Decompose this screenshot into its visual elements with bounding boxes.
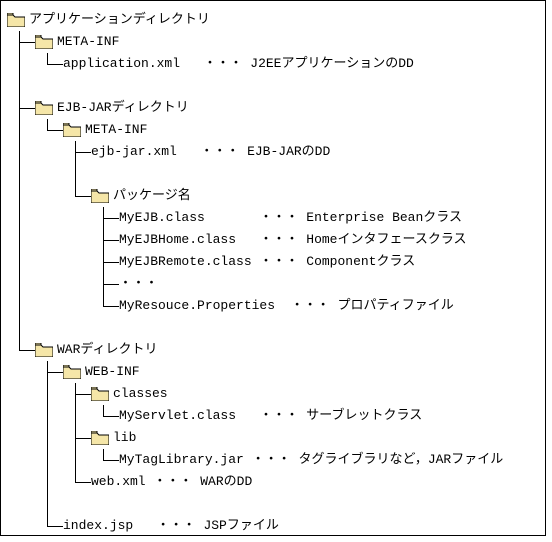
node-ejb-jar-xml: ejb-jar.xml ・・・ EJB-JARのDD [7, 141, 539, 163]
dots: ・・・ [200, 141, 239, 163]
label-ejb-jar-xml: ejb-jar.xml [91, 141, 177, 163]
label-ellipsis: ・・・ [119, 273, 158, 295]
dots [180, 53, 203, 75]
label-web-inf: WEB-INF [85, 361, 140, 383]
space [205, 207, 260, 229]
space [146, 471, 154, 493]
label-lib: lib [113, 427, 136, 449]
space [196, 515, 204, 537]
node-ejb-meta-inf: META-INF [7, 119, 539, 141]
space [239, 141, 247, 163]
node-index-jsp: index.jsp ・・・ JSPファイル [7, 515, 539, 537]
space [244, 449, 252, 471]
dots: ・・・ [157, 515, 196, 537]
label-war-dir: WARディレクトリ [57, 339, 158, 361]
label-meta-inf: META-INF [57, 31, 119, 53]
desc-mytaglibrary: タグライブラリなど，JARファイル [298, 449, 503, 471]
desc-web-xml: WARのDD [200, 471, 252, 493]
node-ejb-jar-dir: EJB-JARディレクトリ [7, 97, 539, 119]
space [330, 295, 338, 317]
node-lib: lib [7, 427, 539, 449]
dots: ・・・ [259, 251, 298, 273]
dots: ・・・ [259, 405, 298, 427]
folder-icon [35, 101, 53, 115]
spacer [7, 75, 539, 97]
folder-icon [35, 343, 53, 357]
label-package: パッケージ名 [113, 185, 191, 207]
label-app-directory: アプリケーションディレクトリ [29, 9, 210, 31]
folder-icon [7, 13, 25, 27]
node-myejbhome: MyEJBHome.class ・・・ Homeインタフェースクラス [7, 229, 539, 251]
dots: ・・・ [203, 53, 242, 75]
label-myejbremote: MyEJBRemote.class [119, 251, 252, 273]
space [291, 449, 299, 471]
label-ejb-jar-dir: EJB-JARディレクトリ [57, 97, 189, 119]
space [275, 295, 291, 317]
spacer [7, 317, 539, 339]
folder-icon [63, 123, 81, 137]
desc-myejb: Enterprise Beanクラス [306, 207, 462, 229]
node-myejbremote: MyEJBRemote.class ・・・ Componentクラス [7, 251, 539, 273]
dots: ・・・ [291, 295, 330, 317]
dots: ・・・ [259, 207, 298, 229]
space [133, 515, 156, 537]
node-mytaglibrary: MyTagLibrary.jar ・・・ タグライブラリなど，JARファイル [7, 449, 539, 471]
spacer [7, 493, 539, 515]
label-classes: classes [113, 383, 168, 405]
space [177, 141, 200, 163]
folder-icon [91, 431, 109, 445]
desc-index-jsp: JSPファイル [203, 515, 278, 537]
space [298, 229, 306, 251]
dots: ・・・ [259, 229, 298, 251]
dots: ・・・ [252, 449, 291, 471]
spacer [7, 163, 539, 185]
node-application-xml: application.xml ・・・ J2EEアプリケーションのDD [7, 53, 539, 75]
node-app-directory: アプリケーションディレクトリ [7, 9, 539, 31]
space [236, 229, 259, 251]
desc-myresource: プロパティファイル [337, 295, 453, 317]
node-war-dir: WARディレクトリ [7, 339, 539, 361]
label-application-xml: application.xml [63, 53, 180, 75]
node-classes: classes [7, 383, 539, 405]
label-myresource: MyResouce.Properties [119, 295, 275, 317]
node-myejb: MyEJB.class ・・・ Enterprise Beanクラス [7, 207, 539, 229]
label-myejbhome: MyEJBHome.class [119, 229, 236, 251]
desc-myservlet: サーブレットクラス [306, 405, 422, 427]
desc-myejbhome: Homeインタフェースクラス [306, 229, 466, 251]
desc-application-xml: J2EEアプリケーションのDD [250, 53, 414, 75]
label-web-xml: web.xml [91, 471, 146, 493]
desc-myejbremote: Componentクラス [306, 251, 415, 273]
node-myservlet: MyServlet.class ・・・ サーブレットクラス [7, 405, 539, 427]
label-myservlet: MyServlet.class [119, 405, 236, 427]
node-web-xml: web.xml ・・・ WARのDD [7, 471, 539, 493]
space [192, 471, 200, 493]
folder-icon [91, 189, 109, 203]
label-ejb-meta-inf: META-INF [85, 119, 147, 141]
space [242, 53, 250, 75]
folder-icon [63, 365, 81, 379]
dots: ・・・ [153, 471, 192, 493]
tree-root-container: アプリケーションディレクトリ META-INF application.xml … [7, 9, 539, 537]
space [298, 405, 306, 427]
node-web-inf: WEB-INF [7, 361, 539, 383]
desc-ejb-jar-xml: EJB-JARのDD [247, 141, 330, 163]
label-index-jsp: index.jsp [63, 515, 133, 537]
space [298, 207, 306, 229]
label-myejb: MyEJB.class [119, 207, 205, 229]
space [298, 251, 306, 273]
node-package: パッケージ名 [7, 185, 539, 207]
directory-tree-diagram: アプリケーションディレクトリ META-INF application.xml … [0, 0, 546, 536]
node-meta-inf: META-INF [7, 31, 539, 53]
folder-icon [91, 387, 109, 401]
label-mytaglibrary: MyTagLibrary.jar [119, 449, 244, 471]
space [236, 405, 259, 427]
folder-icon [35, 35, 53, 49]
node-ellipsis: ・・・ [7, 273, 539, 295]
space [252, 251, 260, 273]
node-myresource: MyResouce.Properties ・・・ プロパティファイル [7, 295, 539, 317]
